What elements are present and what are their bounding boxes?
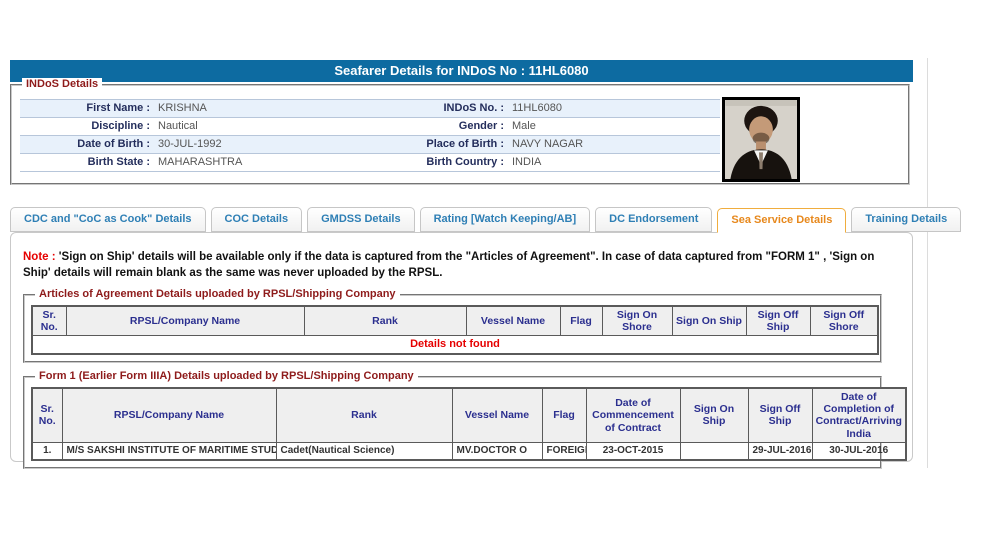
column-header: Sign Off Ship bbox=[746, 306, 810, 336]
page-right-border bbox=[927, 58, 928, 468]
articles-section: Articles of Agreement Details uploaded b… bbox=[23, 294, 882, 363]
table-header-row: Sr. No.RPSL/Company NameRankVessel NameF… bbox=[32, 306, 878, 336]
portrait-graphic bbox=[725, 100, 797, 179]
column-header: Sr. No. bbox=[32, 388, 62, 442]
indos-row: Birth State :MAHARASHTRABirth Country :I… bbox=[20, 154, 720, 172]
column-header: Vessel Name bbox=[452, 388, 542, 442]
field-label: INDoS No. : bbox=[364, 100, 504, 117]
table-header-row: Sr. No.RPSL/Company NameRankVessel NameF… bbox=[32, 388, 906, 442]
articles-table: Sr. No.RPSL/Company NameRankVessel NameF… bbox=[31, 305, 879, 355]
table-cell: 23-OCT-2015 bbox=[586, 442, 680, 460]
field-label: Date of Birth : bbox=[20, 136, 150, 153]
field-value: KRISHNA bbox=[150, 100, 364, 117]
table-cell: MV.DOCTOR O bbox=[452, 442, 542, 460]
table-cell: FOREIGN bbox=[542, 442, 586, 460]
seafarer-photo bbox=[722, 97, 800, 182]
column-header: Rank bbox=[304, 306, 466, 336]
indos-details-section: INDoS Details First Name :KRISHNAINDoS N… bbox=[10, 84, 910, 185]
field-label: Birth Country : bbox=[364, 154, 504, 171]
table-cell bbox=[680, 442, 748, 460]
column-header: Flag bbox=[560, 306, 602, 336]
column-header: Rank bbox=[276, 388, 452, 442]
field-label: First Name : bbox=[20, 100, 150, 117]
column-header: Sign On Ship bbox=[672, 306, 746, 336]
table-cell: Cadet(Nautical Science) bbox=[276, 442, 452, 460]
tab-training-details[interactable]: Training Details bbox=[851, 207, 961, 232]
column-header: Sign Off Shore bbox=[810, 306, 878, 336]
field-label: Birth State : bbox=[20, 154, 150, 171]
indos-legend: INDoS Details bbox=[22, 78, 102, 90]
main-content: Seafarer Details for INDoS No : 11HL6080… bbox=[10, 60, 913, 462]
column-header: Sr. No. bbox=[32, 306, 66, 336]
field-value: Nautical bbox=[150, 118, 364, 135]
column-header: Sign Off Ship bbox=[748, 388, 812, 442]
table-cell: M/S SAKSHI INSTITUTE OF MARITIME STUDIES… bbox=[62, 442, 276, 460]
tab-rating-watch-keeping-ab[interactable]: Rating [Watch Keeping/AB] bbox=[420, 207, 591, 232]
field-value: INDIA bbox=[504, 154, 720, 171]
tab-sea-service-details[interactable]: Sea Service Details bbox=[717, 208, 846, 233]
tab-dc-endorsement[interactable]: DC Endorsement bbox=[595, 207, 712, 232]
page-title: Seafarer Details for INDoS No : 11HL6080 bbox=[10, 60, 913, 82]
table-empty-row: Details not found bbox=[32, 336, 878, 355]
column-header: RPSL/Company Name bbox=[66, 306, 304, 336]
field-label: Discipline : bbox=[20, 118, 150, 135]
column-header: Sign On Shore bbox=[602, 306, 672, 336]
table-cell: 30-JUL-2016 bbox=[812, 442, 906, 460]
field-value: 30-JUL-1992 bbox=[150, 136, 364, 153]
field-label: Place of Birth : bbox=[364, 136, 504, 153]
table-cell: 29-JUL-2016 bbox=[748, 442, 812, 460]
field-value: MAHARASHTRA bbox=[150, 154, 364, 171]
field-value: NAVY NAGAR bbox=[504, 136, 720, 153]
tab-content-panel: Note : 'Sign on Ship' details will be av… bbox=[10, 232, 913, 462]
field-value: 11HL6080 bbox=[504, 100, 720, 117]
form1-table: Sr. No.RPSL/Company NameRankVessel NameF… bbox=[31, 387, 907, 460]
tabs-bar: CDC and "CoC as Cook" DetailsCOC Details… bbox=[10, 207, 913, 232]
tab-gmdss-details[interactable]: GMDSS Details bbox=[307, 207, 414, 232]
column-header: Date of Completion of Contract/Arriving … bbox=[812, 388, 906, 442]
page: Seafarer Details for INDoS No : 11HL6080… bbox=[0, 0, 1003, 537]
indos-rows: First Name :KRISHNAINDoS No. :11HL6080Di… bbox=[20, 99, 720, 172]
column-header: Vessel Name bbox=[466, 306, 560, 336]
table-row: 1.M/S SAKSHI INSTITUTE OF MARITIME STUDI… bbox=[32, 442, 906, 460]
tab-cdc-and-coc-as-cook-details[interactable]: CDC and "CoC as Cook" Details bbox=[10, 207, 206, 232]
column-header: Flag bbox=[542, 388, 586, 442]
field-label: Gender : bbox=[364, 118, 504, 135]
table-cell: 1. bbox=[32, 442, 62, 460]
column-header: Date of Commencement of Contract bbox=[586, 388, 680, 442]
note-label: Note : bbox=[23, 251, 56, 263]
indos-row: Discipline :NauticalGender :Male bbox=[20, 118, 720, 136]
form1-legend: Form 1 (Earlier Form IIIA) Details uploa… bbox=[35, 370, 418, 382]
tab-coc-details[interactable]: COC Details bbox=[211, 207, 303, 232]
articles-legend: Articles of Agreement Details uploaded b… bbox=[35, 288, 400, 300]
column-header: RPSL/Company Name bbox=[62, 388, 276, 442]
note-body: 'Sign on Ship' details will be available… bbox=[23, 251, 874, 279]
indos-row: First Name :KRISHNAINDoS No. :11HL6080 bbox=[20, 100, 720, 118]
indos-row: Date of Birth :30-JUL-1992Place of Birth… bbox=[20, 136, 720, 154]
note-text: Note : 'Sign on Ship' details will be av… bbox=[11, 233, 912, 281]
field-value: Male bbox=[504, 118, 720, 135]
form1-section: Form 1 (Earlier Form IIIA) Details uploa… bbox=[23, 376, 882, 468]
column-header: Sign On Ship bbox=[680, 388, 748, 442]
empty-message: Details not found bbox=[32, 336, 878, 355]
